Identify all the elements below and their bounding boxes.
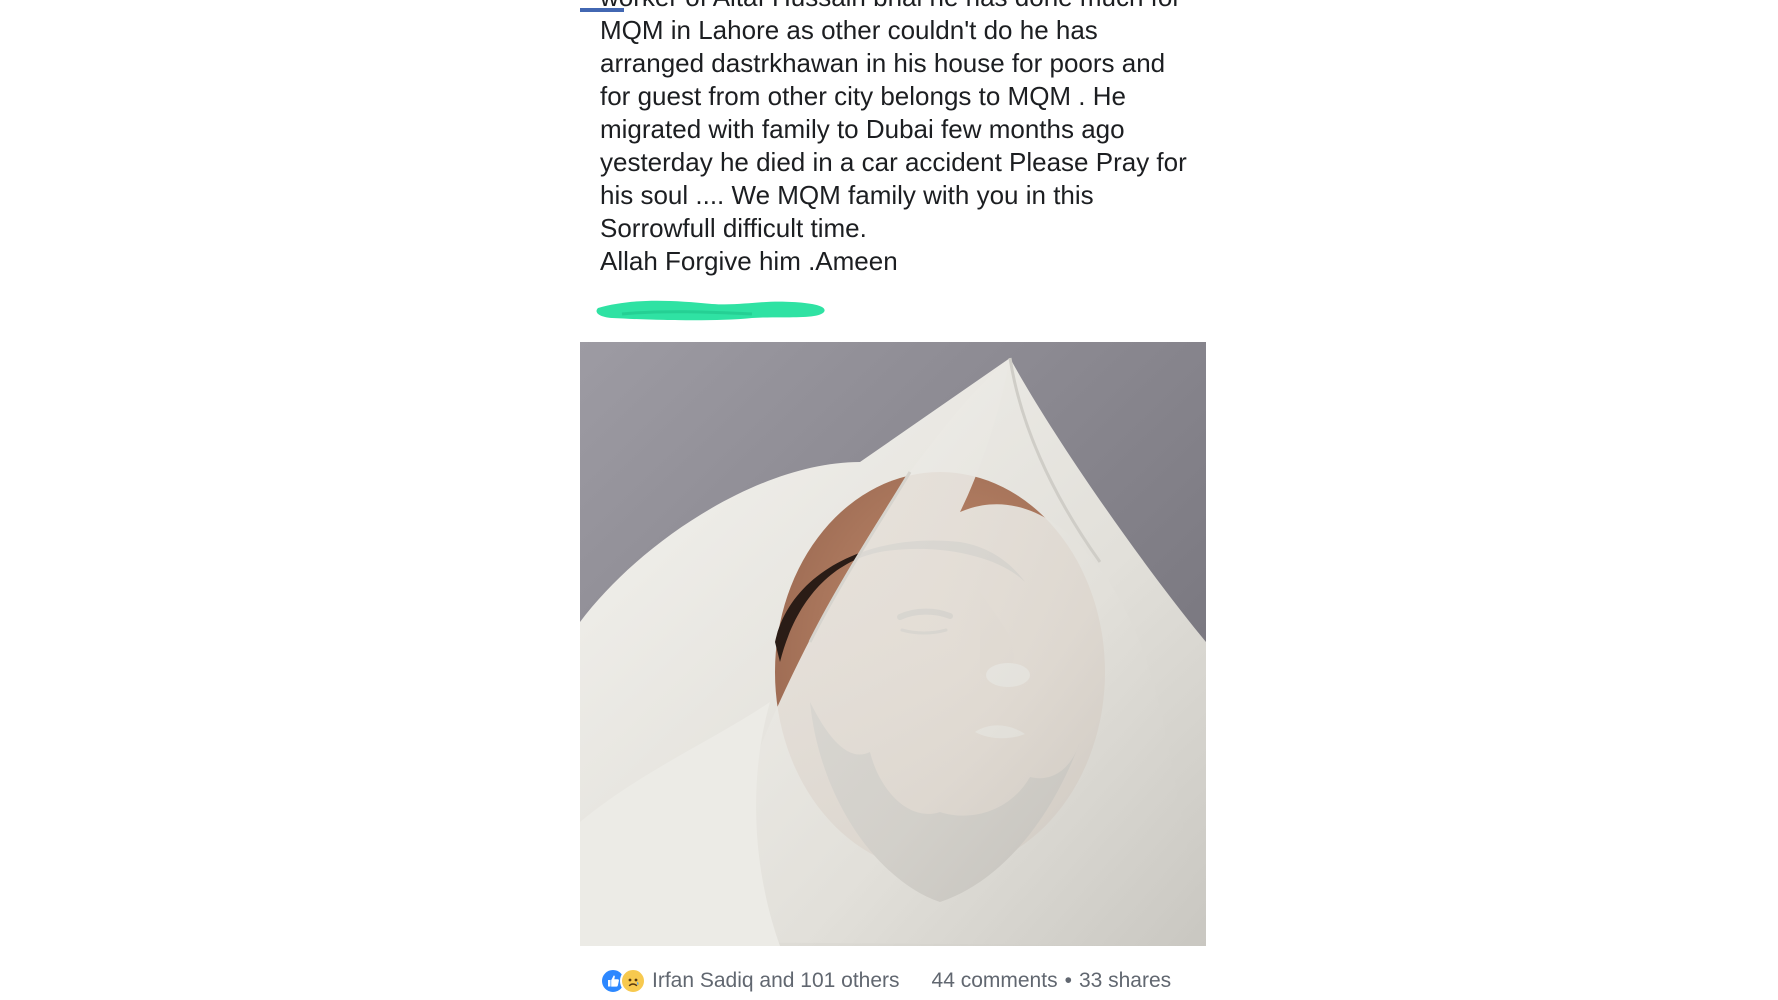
name-redaction-mark <box>596 300 825 321</box>
post-text-line: arranged dastrkhawan in his house for po… <box>600 48 1166 78</box>
post-footer: Irfan Sadiq and 101 others 44 comments •… <box>600 965 1200 997</box>
post-text-line: for guest from other city belongs to MQM… <box>600 81 1126 111</box>
post-text-line: worker of Altaf Hussain bhai he has done… <box>600 0 1200 14</box>
post-text: worker of Altaf Hussain bhai he has done… <box>600 0 1200 278</box>
post-text-line: Sorrowfull difficult time. <box>600 213 867 243</box>
post-text-line: migrated with family to Dubai few months… <box>600 114 1125 144</box>
reactors-link[interactable]: Irfan Sadiq and 101 others <box>652 969 900 993</box>
post-photo[interactable] <box>580 342 1206 946</box>
reaction-icons[interactable] <box>600 968 646 994</box>
sad-icon <box>620 968 646 994</box>
post-text-line: MQM in Lahore as other couldn't do he ha… <box>600 15 1098 45</box>
comments-count[interactable]: 44 comments <box>932 969 1058 993</box>
post-card: worker of Altaf Hussain bhai he has done… <box>580 0 1206 1000</box>
post-text-line: Allah Forgive him .Ameen <box>600 246 898 276</box>
separator-dot: • <box>1064 969 1072 992</box>
post-text-line: his soul .... We MQM family with you in … <box>600 180 1094 210</box>
shares-count[interactable]: 33 shares <box>1079 969 1171 993</box>
post-text-line: yesterday he died in a car accident Plea… <box>600 147 1187 177</box>
photo-icon <box>580 342 1206 946</box>
